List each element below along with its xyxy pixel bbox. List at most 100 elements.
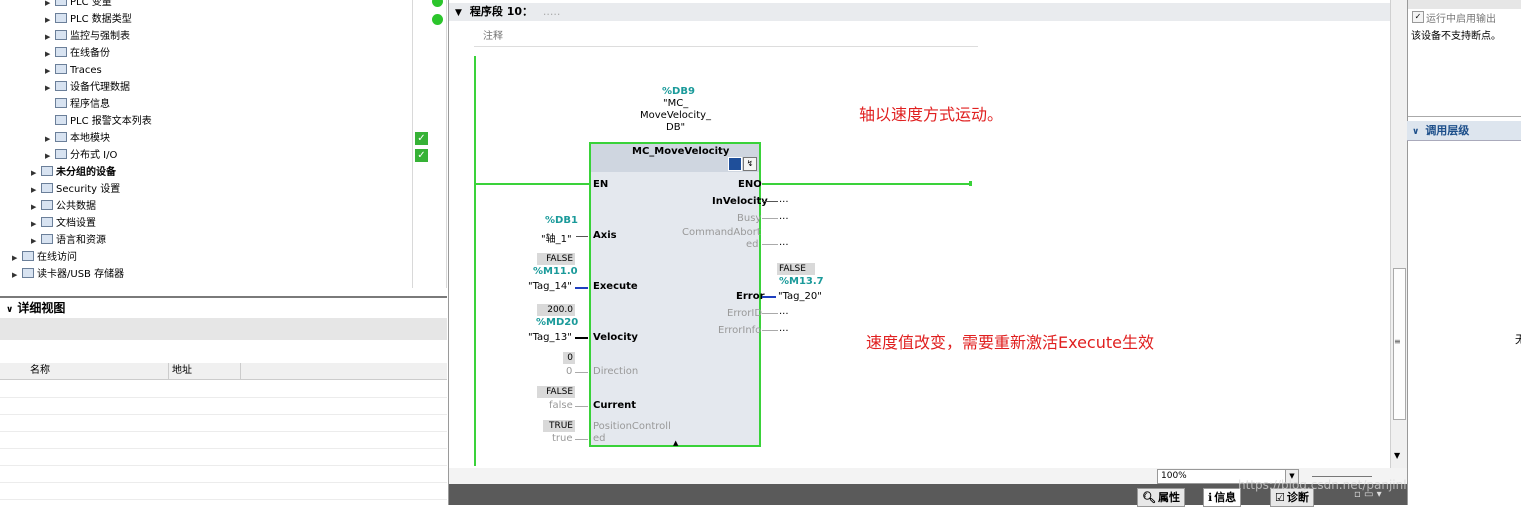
detail-row <box>0 483 447 500</box>
positioncontrolled-constant[interactable]: true <box>552 433 573 444</box>
info-icon: ℹ <box>1208 491 1213 504</box>
tree-item-label: PLC 数据类型 <box>70 14 132 25</box>
column-name[interactable]: 名称 <box>30 363 50 379</box>
grip-icon: ≡ <box>1394 337 1401 346</box>
pin-error: Error <box>736 291 765 302</box>
folder-icon <box>55 64 67 74</box>
tree-item[interactable]: ▶ 设备代理数据 <box>45 79 410 96</box>
axis-tag[interactable]: "轴_1" <box>541 230 572 245</box>
execute-address[interactable]: %M11.0 <box>533 266 578 277</box>
tree-item-label: 程序信息 <box>70 99 110 110</box>
network-header[interactable]: ▼ 程序段 10： ..... <box>449 3 1390 21</box>
expand-arrow-icon[interactable]: ▶ <box>45 148 55 165</box>
pin-eno: ENO <box>738 179 762 190</box>
tree-item[interactable]: ▶ 公共数据 <box>31 198 410 215</box>
expand-arrow-icon[interactable]: ▶ <box>45 29 55 46</box>
testing-panel: ✓ 运行中启用输出 该设备不支持断点。 无 <box>1407 0 1521 505</box>
instance-db-name-line1[interactable]: "MC_ <box>663 98 688 109</box>
expand-arrow-icon[interactable]: ▶ <box>31 199 41 216</box>
column-address[interactable]: 地址 <box>172 363 192 379</box>
tree-item-label: PLC 报警文本列表 <box>70 116 152 127</box>
direction-wire <box>575 372 588 373</box>
tree-item-label: Traces <box>70 65 102 76</box>
output-placeholder-invelocity[interactable]: ... <box>779 194 789 205</box>
instance-db-name-line3[interactable]: DB" <box>666 122 685 133</box>
tree-item[interactable]: ▶ 本地模块 <box>45 130 410 147</box>
folder-icon <box>41 234 53 244</box>
output-placeholder-commandaborted[interactable]: ... <box>779 237 789 248</box>
expand-arrow-icon[interactable]: ▶ <box>31 182 41 199</box>
zoom-slider[interactable] <box>1312 476 1372 477</box>
tab-properties[interactable]: 🔍︎ 属性 <box>1137 488 1185 507</box>
velocity-address[interactable]: %MD20 <box>536 317 578 328</box>
expand-arrow-icon[interactable]: ▶ <box>45 80 55 97</box>
velocity-tag[interactable]: "Tag_13" <box>528 332 572 343</box>
output-stub <box>762 313 778 314</box>
tree-item[interactable]: ▶ PLC 变量 <box>45 0 410 11</box>
direction-live-value: 0 <box>563 352 575 364</box>
expand-arrow-icon[interactable]: ▶ <box>45 46 55 63</box>
current-constant[interactable]: false <box>549 400 573 411</box>
direction-constant[interactable]: 0 <box>566 366 572 377</box>
block-name[interactable]: MC_MoveVelocity <box>632 146 729 157</box>
pin-busy: Busy <box>737 213 762 224</box>
expand-arrow-icon[interactable]: ▶ <box>12 267 22 284</box>
error-address[interactable]: %M13.7 <box>779 276 824 287</box>
tree-item[interactable]: ▶ Security 设置 <box>31 181 410 198</box>
folder-icon <box>55 132 67 142</box>
call-hierarchy-header[interactable]: ∨ 调用层级 <box>1407 121 1521 141</box>
execute-tag[interactable]: "Tag_14" <box>528 281 572 292</box>
instance-db-name-line2[interactable]: MoveVelocity_ <box>640 110 711 121</box>
instance-db-address[interactable]: %DB9 <box>662 86 695 97</box>
tree-item[interactable]: ▶ 文档设置 <box>31 215 410 232</box>
tree-item[interactable]: ▶ 分布式 I/O <box>45 147 410 164</box>
tree-item[interactable]: ▶ 监控与强制表 <box>45 28 410 45</box>
tree-item[interactable]: ▶ 在线访问 <box>12 249 410 266</box>
output-placeholder-busy[interactable]: ... <box>779 211 789 222</box>
tree-item[interactable]: 程序信息 <box>45 96 410 113</box>
folder-icon <box>41 217 53 227</box>
output-placeholder-errorinfo[interactable]: ... <box>779 323 789 334</box>
expand-arrow-icon[interactable]: ▶ <box>12 250 22 267</box>
editor-vertical-scrollbar[interactable]: ≡ ▼ <box>1390 0 1407 468</box>
expand-arrow-icon[interactable]: ▶ <box>45 12 55 29</box>
output-placeholder-errorid[interactable]: ... <box>779 306 789 317</box>
folder-icon <box>55 30 67 40</box>
network-comment[interactable]: 注释 <box>483 27 503 42</box>
error-tag[interactable]: "Tag_20" <box>778 291 822 302</box>
tree-item[interactable]: ▶ 语言和资源 <box>31 232 410 249</box>
network-title-placeholder[interactable]: ..... <box>543 5 560 18</box>
positioncontrolled-live-value: TRUE <box>543 420 575 432</box>
toolbox-icon[interactable]: ↯ <box>743 157 757 171</box>
expand-up-icon[interactable]: ▲ <box>673 439 678 447</box>
current-wire <box>575 406 588 407</box>
eno-wire <box>762 183 971 185</box>
tree-item[interactable]: ▶ 未分组的设备 <box>31 164 410 181</box>
left-power-rail <box>474 56 476 466</box>
expand-arrow-icon[interactable]: ▶ <box>45 63 55 80</box>
pin-en: EN <box>593 179 609 190</box>
pin-errorid: ErrorID <box>727 308 763 319</box>
detail-row <box>0 415 447 432</box>
expand-arrow-icon[interactable]: ▶ <box>45 131 55 148</box>
tab-diagnostics-label: 诊断 <box>1286 491 1309 504</box>
tab-info[interactable]: ℹ 信息 <box>1203 488 1242 507</box>
tree-item[interactable]: ▶ 在线备份 <box>45 45 410 62</box>
current-live-value: FALSE <box>537 386 575 398</box>
tree-item[interactable]: ▶ 读卡器/USB 存储器 <box>12 266 410 283</box>
enable-output-checkbox[interactable]: ✓ <box>1412 11 1424 23</box>
detail-view-toolbar <box>0 318 447 340</box>
expand-arrow-icon[interactable]: ▶ <box>31 216 41 233</box>
online-status-icon[interactable] <box>728 157 742 171</box>
scroll-down-icon[interactable]: ▼ <box>1394 451 1400 460</box>
tree-item[interactable]: ▶ Traces <box>45 62 410 79</box>
expand-arrow-icon[interactable]: ▶ <box>31 233 41 250</box>
axis-address[interactable]: %DB1 <box>545 215 578 226</box>
detail-view-header[interactable]: ∨ 详细视图 <box>0 296 447 318</box>
tree-item[interactable]: PLC 报警文本列表 <box>45 113 410 130</box>
tree-item-label: 文档设置 <box>56 218 96 229</box>
tree-item[interactable]: ▶ PLC 数据类型 <box>45 11 410 28</box>
collapse-arrow-icon[interactable]: ▼ <box>449 8 470 18</box>
expand-arrow-icon[interactable]: ▶ <box>31 165 41 182</box>
breakpoint-message: 该设备不支持断点。 <box>1411 31 1501 42</box>
